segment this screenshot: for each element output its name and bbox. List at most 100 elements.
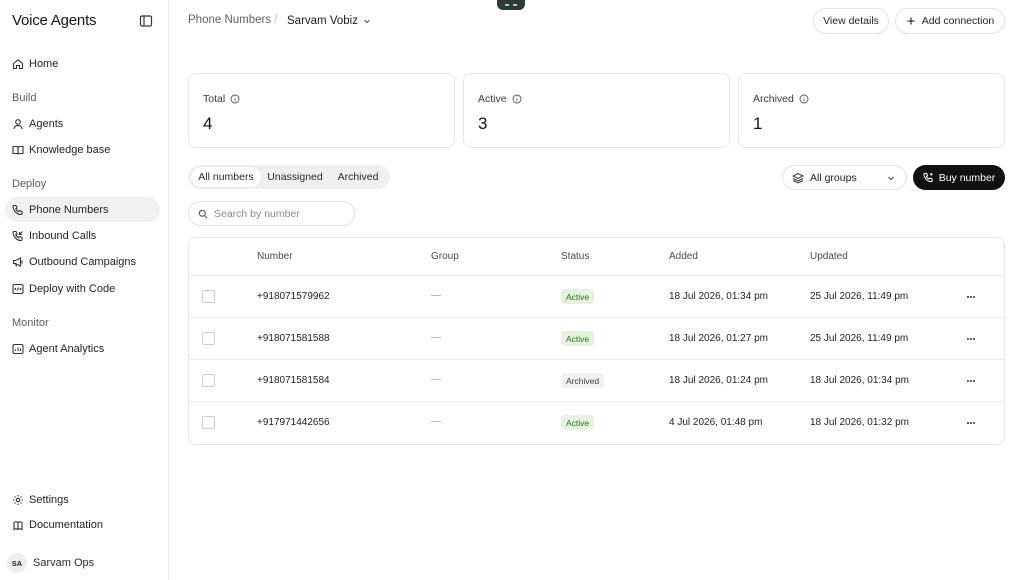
user-name: Sarvam Ops (33, 557, 95, 569)
tab-all-numbers[interactable]: All numbers (191, 167, 261, 187)
view-details-button[interactable]: View details (813, 8, 889, 34)
sidebar-item-settings[interactable]: Settings (5, 487, 160, 512)
sidebar-item-phone-numbers[interactable]: Phone Numbers (5, 197, 160, 222)
chevron-down-icon (886, 173, 896, 183)
updated-date: 25 Jul 2026, 11:49 pm (810, 291, 909, 302)
phone-number: +918071581584 (257, 375, 330, 386)
phone-number: +918071581588 (257, 333, 330, 344)
column-header-updated[interactable]: Updated (810, 251, 848, 262)
stat-card-total: Total 4 (188, 73, 455, 148)
avatar: SA (7, 553, 27, 573)
stat-card-archived: Archived 1 (738, 73, 1005, 148)
row-checkbox[interactable] (202, 290, 215, 303)
sidebar-item-outbound-campaigns[interactable]: Outbound Campaigns (5, 249, 160, 274)
stat-label: Archived (753, 93, 794, 105)
section-label-monitor: Monitor (12, 317, 49, 329)
row-checkbox[interactable] (202, 374, 215, 387)
added-date: 18 Jul 2026, 01:27 pm (669, 333, 768, 344)
chart-icon (12, 343, 24, 355)
home-icon (12, 58, 24, 70)
group-select-value: All groups (810, 171, 857, 184)
updated-date: 18 Jul 2026, 01:34 pm (810, 375, 909, 386)
table-row[interactable]: +918071579962 — Active 18 Jul 2026, 01:3… (189, 275, 1004, 317)
more-options-icon[interactable] (964, 416, 978, 430)
phone-numbers-table: Number Group Status Added Updated +91807… (188, 237, 1005, 445)
table-row[interactable]: +917971442656 — Active 4 Jul 2026, 01:48… (189, 401, 1004, 443)
added-date: 18 Jul 2026, 01:34 pm (669, 291, 768, 302)
row-checkbox[interactable] (202, 332, 215, 345)
column-header-status[interactable]: Status (561, 251, 589, 262)
sidebar-item-label: Phone Numbers (29, 203, 109, 216)
status-badge: Active (561, 415, 595, 430)
column-header-group[interactable]: Group (431, 251, 459, 262)
group-select[interactable]: All groups (782, 165, 907, 190)
docs-icon (12, 519, 24, 531)
status-pill (497, 0, 525, 10)
breadcrumb-current-dropdown[interactable]: Sarvam Vobiz (287, 12, 372, 30)
column-header-added[interactable]: Added (669, 251, 698, 262)
stat-card-active: Active 3 (463, 73, 730, 148)
updated-date: 25 Jul 2026, 11:49 pm (810, 333, 909, 344)
table-row[interactable]: +918071581588 — Active 18 Jul 2026, 01:2… (189, 317, 1004, 359)
more-options-icon[interactable] (964, 290, 978, 304)
more-options-icon[interactable] (964, 374, 978, 388)
sidebar-item-deploy-with-code[interactable]: Deploy with Code (5, 276, 160, 301)
plus-icon (906, 16, 916, 26)
more-options-icon[interactable] (964, 332, 978, 346)
buy-number-label: Buy number (938, 171, 996, 184)
sidebar-item-label: Settings (29, 493, 69, 506)
group-value: — (431, 374, 441, 385)
info-icon[interactable] (230, 94, 240, 104)
tab-unassigned[interactable]: Unassigned (263, 167, 327, 187)
sidebar-item-label: Agent Analytics (29, 342, 105, 355)
table-row[interactable]: +918071581584 — Archived 18 Jul 2026, 01… (189, 359, 1004, 401)
group-value: — (431, 290, 441, 301)
sidebar-item-documentation[interactable]: Documentation (5, 512, 160, 537)
user-profile[interactable]: SA Sarvam Ops (7, 553, 94, 573)
stat-value: 1 (753, 114, 763, 133)
agent-icon (12, 118, 24, 130)
updated-date: 18 Jul 2026, 01:32 pm (810, 417, 909, 428)
sidebar-item-label: Inbound Calls (29, 229, 97, 242)
gear-icon (12, 494, 24, 506)
sidebar-item-knowledge-base[interactable]: Knowledge base (5, 137, 160, 162)
sidebar-item-agents[interactable]: Agents (5, 111, 160, 136)
sidebar-item-label: Knowledge base (29, 143, 111, 156)
sidebar-item-agent-analytics[interactable]: Agent Analytics (5, 336, 160, 361)
app-title: Voice Agents (12, 12, 97, 29)
search-box[interactable] (188, 201, 355, 226)
tab-archived[interactable]: Archived (330, 167, 386, 187)
sidebar-item-home[interactable]: Home (5, 51, 160, 76)
sidebar-item-label: Home (29, 57, 59, 70)
group-value: — (431, 416, 441, 427)
add-connection-label: Add connection (921, 15, 995, 27)
sidebar-item-inbound-calls[interactable]: Inbound Calls (5, 223, 160, 248)
filter-tabs: All numbers Unassigned Archived (188, 165, 390, 189)
status-badge: Active (561, 289, 595, 304)
phone-plus-icon (923, 172, 934, 183)
added-date: 4 Jul 2026, 01:48 pm (669, 417, 763, 428)
search-icon (198, 209, 208, 219)
code-icon (12, 283, 24, 295)
breadcrumb-root[interactable]: Phone Numbers (188, 14, 271, 26)
phone-number: +918071579962 (257, 291, 330, 302)
phone-number: +917971442656 (257, 417, 330, 428)
sidebar-item-label: Deploy with Code (29, 282, 116, 295)
stat-label: Active (478, 93, 507, 105)
phone-incoming-icon (12, 230, 24, 242)
info-icon[interactable] (512, 94, 522, 104)
row-checkbox[interactable] (202, 416, 215, 429)
section-label-build: Build (12, 92, 37, 104)
phone-icon (12, 204, 24, 216)
megaphone-icon (12, 256, 24, 268)
stat-value: 3 (478, 114, 488, 133)
sidebar-toggle-icon[interactable] (139, 14, 153, 28)
buy-number-button[interactable]: Buy number (913, 165, 1005, 190)
stat-value: 4 (203, 114, 213, 133)
breadcrumb-current-label: Sarvam Vobiz (287, 15, 358, 27)
info-icon[interactable] (799, 94, 809, 104)
add-connection-button[interactable]: Add connection (895, 8, 1005, 34)
group-value: — (431, 332, 441, 343)
search-input[interactable] (214, 207, 344, 220)
column-header-number[interactable]: Number (257, 251, 293, 262)
